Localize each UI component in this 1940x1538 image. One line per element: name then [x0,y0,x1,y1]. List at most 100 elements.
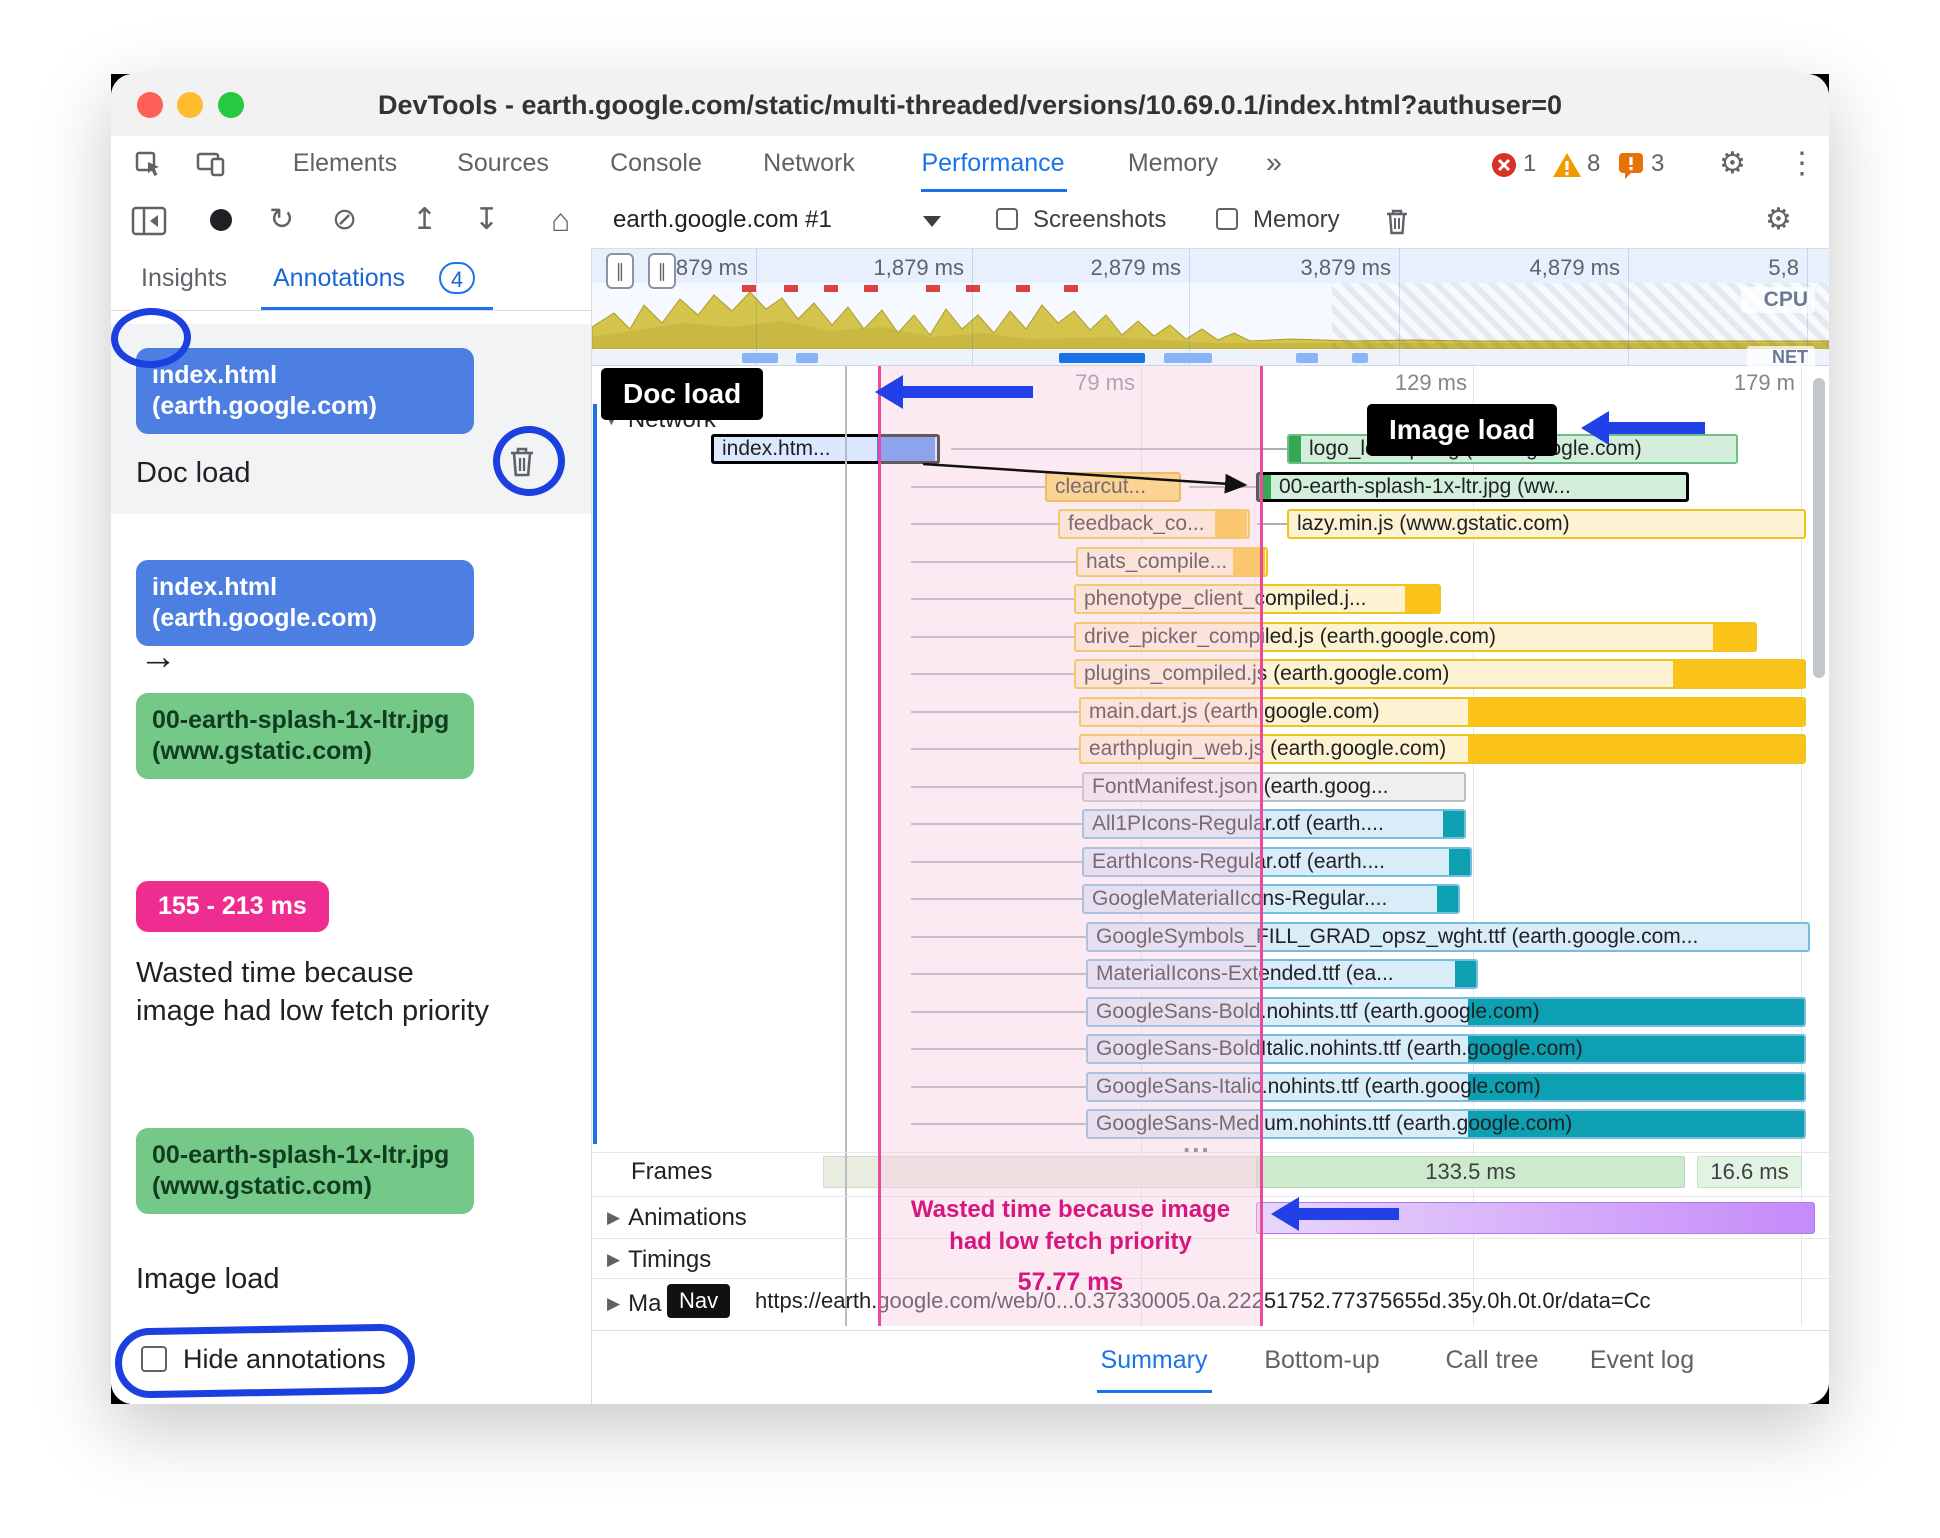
network-request-bar[interactable]: GoogleMaterialIcons-Regular.... [1082,884,1460,914]
tab-bottom-up[interactable]: Bottom-up [1264,1331,1379,1389]
frames-track-header[interactable]: Frames [631,1158,712,1186]
network-request-bar[interactable]: drive_picker_compiled.js (earth.google.c… [1074,621,1757,652]
request-whisker [911,1010,1086,1013]
cpu-strip-label: CPU [1741,287,1815,313]
request-whisker [911,898,1082,900]
network-request-bar[interactable]: GoogleSans-Italic.nohints.ttf (earth.goo… [1086,1071,1806,1102]
minimap-left-handle[interactable]: ∥ [606,253,634,289]
network-request-label: MaterialIcons-Extended.ttf (ea... [1096,962,1394,985]
request-whisker [951,448,1287,450]
request-active-segment [1215,511,1247,537]
scrollbar-thumb[interactable] [1813,378,1825,678]
image-load-arrow-icon [1581,411,1705,445]
network-request-bar[interactable]: GoogleSans-BoldItalic.nohints.ttf (earth… [1086,1034,1806,1064]
network-overflow-dots[interactable]: ... [1183,1128,1211,1159]
network-request-label: GoogleSans-BoldItalic.nohints.ttf (earth… [1096,1037,1583,1060]
network-request-bar[interactable]: GoogleSymbols_FILL_GRAD_opsz_wght.ttf (e… [1086,921,1810,952]
request-whisker [911,785,1082,788]
cpu-long-task-tick [864,285,878,292]
expand-triangle-icon-timings[interactable]: ▶ [607,1250,628,1269]
request-active-segment [1468,736,1804,762]
network-request-bar[interactable]: plugins_compiled.js (earth.google.com) [1074,659,1806,689]
request-active-segment [1443,811,1464,837]
net-activity-chip [796,353,818,363]
cpu-long-task-tick [926,285,940,292]
network-request-label: hats_compile... [1086,549,1228,573]
frames-segment[interactable]: 133.5 ms [1256,1156,1685,1188]
request-whisker [911,673,1074,675]
request-whisker [911,1123,1086,1125]
nav-marker-chip[interactable]: Nav [667,1284,731,1318]
network-request-bar[interactable]: All1PIcons-Regular.otf (earth.... [1082,809,1466,839]
net-strip-label: NET [1747,346,1815,369]
net-activity-chip [1059,353,1145,363]
image-load-callout: Image load [1367,404,1558,456]
request-whisker [911,973,1086,975]
network-request-bar[interactable]: FontManifest.json (earth.goog... [1082,771,1466,802]
net-activity-chip [1164,353,1212,363]
overview-tick-label: 4,879 ms [1529,255,1621,280]
overview-tick-label: 2,879 ms [1090,255,1182,280]
overview-bottom-border [592,365,1829,366]
cpu-long-task-tick [1016,285,1030,292]
network-request-label: drive_picker_compiled.js (earth.google.c… [1084,624,1497,648]
frames-segment[interactable]: 16.6 ms [1697,1156,1802,1188]
details-active-tab-underline [1097,1390,1212,1393]
network-request-bar[interactable]: 00-earth-splash-1x-ltr.jpg (ww... [1256,471,1689,502]
tab-event-log[interactable]: Event log [1590,1331,1694,1389]
cpu-long-task-tick [1064,285,1078,292]
net-activity-chip [742,353,778,363]
request-whisker [911,635,1074,638]
network-request-bar[interactable]: phenotype_client_compiled.j... [1074,584,1441,614]
network-request-bar[interactable]: main.dart.js (earth.google.com) [1079,696,1806,727]
timings-track-header[interactable]: ▶ Timings [607,1246,711,1274]
timeline-ruler-label: 179 m [1733,370,1795,395]
network-request-label: GoogleSymbols_FILL_GRAD_opsz_wght.ttf (e… [1096,924,1699,948]
expand-triangle-icon-animations[interactable]: ▶ [607,1208,628,1227]
main-track-header[interactable]: ▶ Ma [607,1290,661,1318]
net-activity-chip [1296,353,1318,363]
network-request-bar[interactable]: GoogleSans-Bold.nohints.ttf (earth.googl… [1086,996,1806,1027]
request-whisker [911,560,1076,563]
network-request-bar[interactable]: feedback_co... [1058,509,1250,539]
animations-track-header[interactable]: ▶ Animations [607,1204,747,1232]
request-whisker [911,485,1045,488]
request-active-segment [877,437,935,461]
cpu-long-task-tick [784,285,798,292]
network-request-bar[interactable]: MaterialIcons-Extended.ttf (ea... [1086,959,1478,989]
details-tabbar: Summary Bottom-up Call tree Event log [592,1330,1829,1393]
network-request-label: earthplugin_web.js (earth.google.com) [1089,737,1447,760]
timeline-ruler-label: 129 ms [1394,370,1467,395]
tab-summary[interactable]: Summary [1101,1331,1208,1389]
frames-segment[interactable] [823,1156,1258,1188]
expand-triangle-icon-main[interactable]: ▶ [607,1294,628,1313]
network-request-label: GoogleSans-Italic.nohints.ttf (earth.goo… [1096,1074,1541,1098]
request-whisker [911,748,1079,750]
tab-call-tree[interactable]: Call tree [1445,1331,1538,1389]
network-request-bar[interactable]: index.htm... [711,434,940,464]
request-whisker [911,935,1086,938]
request-whisker [911,598,1074,600]
animations-track-divider [592,1196,1829,1197]
main-track-divider [592,1278,1829,1279]
request-whisker [911,523,1058,525]
network-request-bar[interactable]: EarthIcons-Regular.otf (earth.... [1082,846,1472,877]
cpu-long-task-tick [824,285,838,292]
request-whisker [911,1048,1086,1050]
devtools-window-frame: DevTools - earth.google.com/static/multi… [111,74,1829,1404]
minimap-right-handle[interactable]: ∥ [648,253,676,289]
network-request-bar[interactable]: clearcut... [1045,471,1181,502]
request-whisker [911,1085,1086,1088]
network-request-bar[interactable]: hats_compile... [1076,546,1268,577]
cpu-long-task-tick [966,285,980,292]
request-active-segment [1713,623,1755,650]
network-request-label: phenotype_client_compiled.j... [1084,587,1367,610]
network-request-label: feedback_co... [1068,512,1205,535]
request-active-segment [1405,586,1439,612]
network-request-bar[interactable]: earthplugin_web.js (earth.google.com) [1079,734,1806,764]
request-active-segment [1455,961,1476,987]
network-request-bar[interactable]: lazy.min.js (www.gstatic.com) [1287,509,1806,539]
doc-load-arrow-icon [875,375,1033,409]
request-active-segment [1468,698,1804,725]
overview-tick-label: 5,8 [1768,255,1799,280]
